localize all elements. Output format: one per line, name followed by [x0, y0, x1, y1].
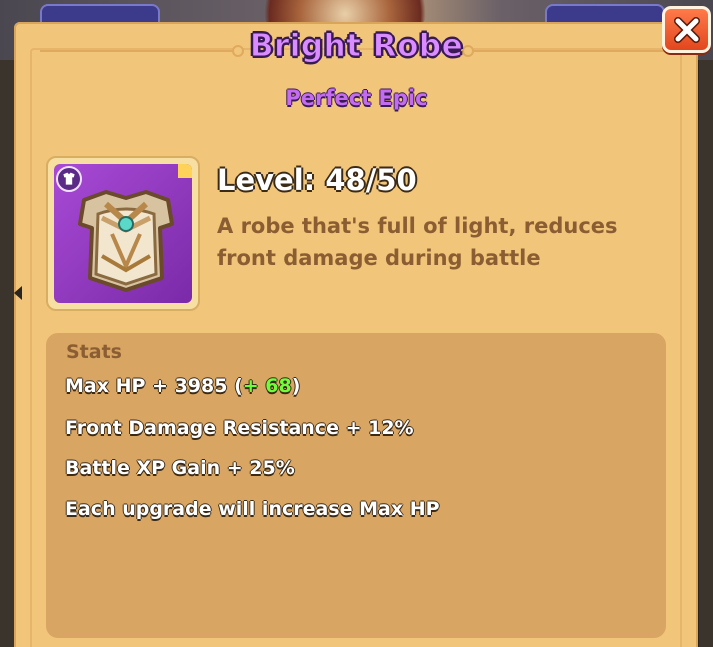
background-side-right: [699, 60, 713, 647]
stat-max-hp-value: Max HP + 3985 (: [65, 375, 243, 397]
item-icon-background: [54, 164, 192, 303]
dialog-pointer-arrow: [14, 286, 22, 300]
item-level: Level: 48/50: [217, 163, 417, 197]
close-x-icon: [673, 16, 700, 43]
armor-type-icon: [56, 166, 82, 192]
stats-panel: Stats Max HP + 3985 (+ 68) Front Damage …: [46, 333, 666, 638]
item-description: A robe that's full of light, reduces fro…: [217, 214, 618, 270]
stats-header: Stats: [66, 341, 122, 363]
robe-armor-icon: [78, 190, 174, 292]
background-side-left: [0, 60, 14, 647]
stat-battle-xp-gain: Battle XP Gain + 25%: [65, 457, 295, 479]
item-rarity-label: Perfect Epic: [285, 86, 428, 110]
stat-max-hp-close: ): [291, 375, 301, 397]
close-button[interactable]: [662, 6, 711, 53]
stat-max-hp: Max HP + 3985 (+ 68): [65, 375, 300, 397]
item-name-title: Bright Robe: [249, 28, 464, 65]
stat-front-damage-resistance: Front Damage Resistance + 12%: [65, 417, 414, 439]
stat-max-hp-bonus: + 68: [242, 375, 292, 397]
stat-upgrade-note: Each upgrade will increase Max HP: [65, 498, 440, 520]
item-icon-frame: [46, 156, 200, 311]
